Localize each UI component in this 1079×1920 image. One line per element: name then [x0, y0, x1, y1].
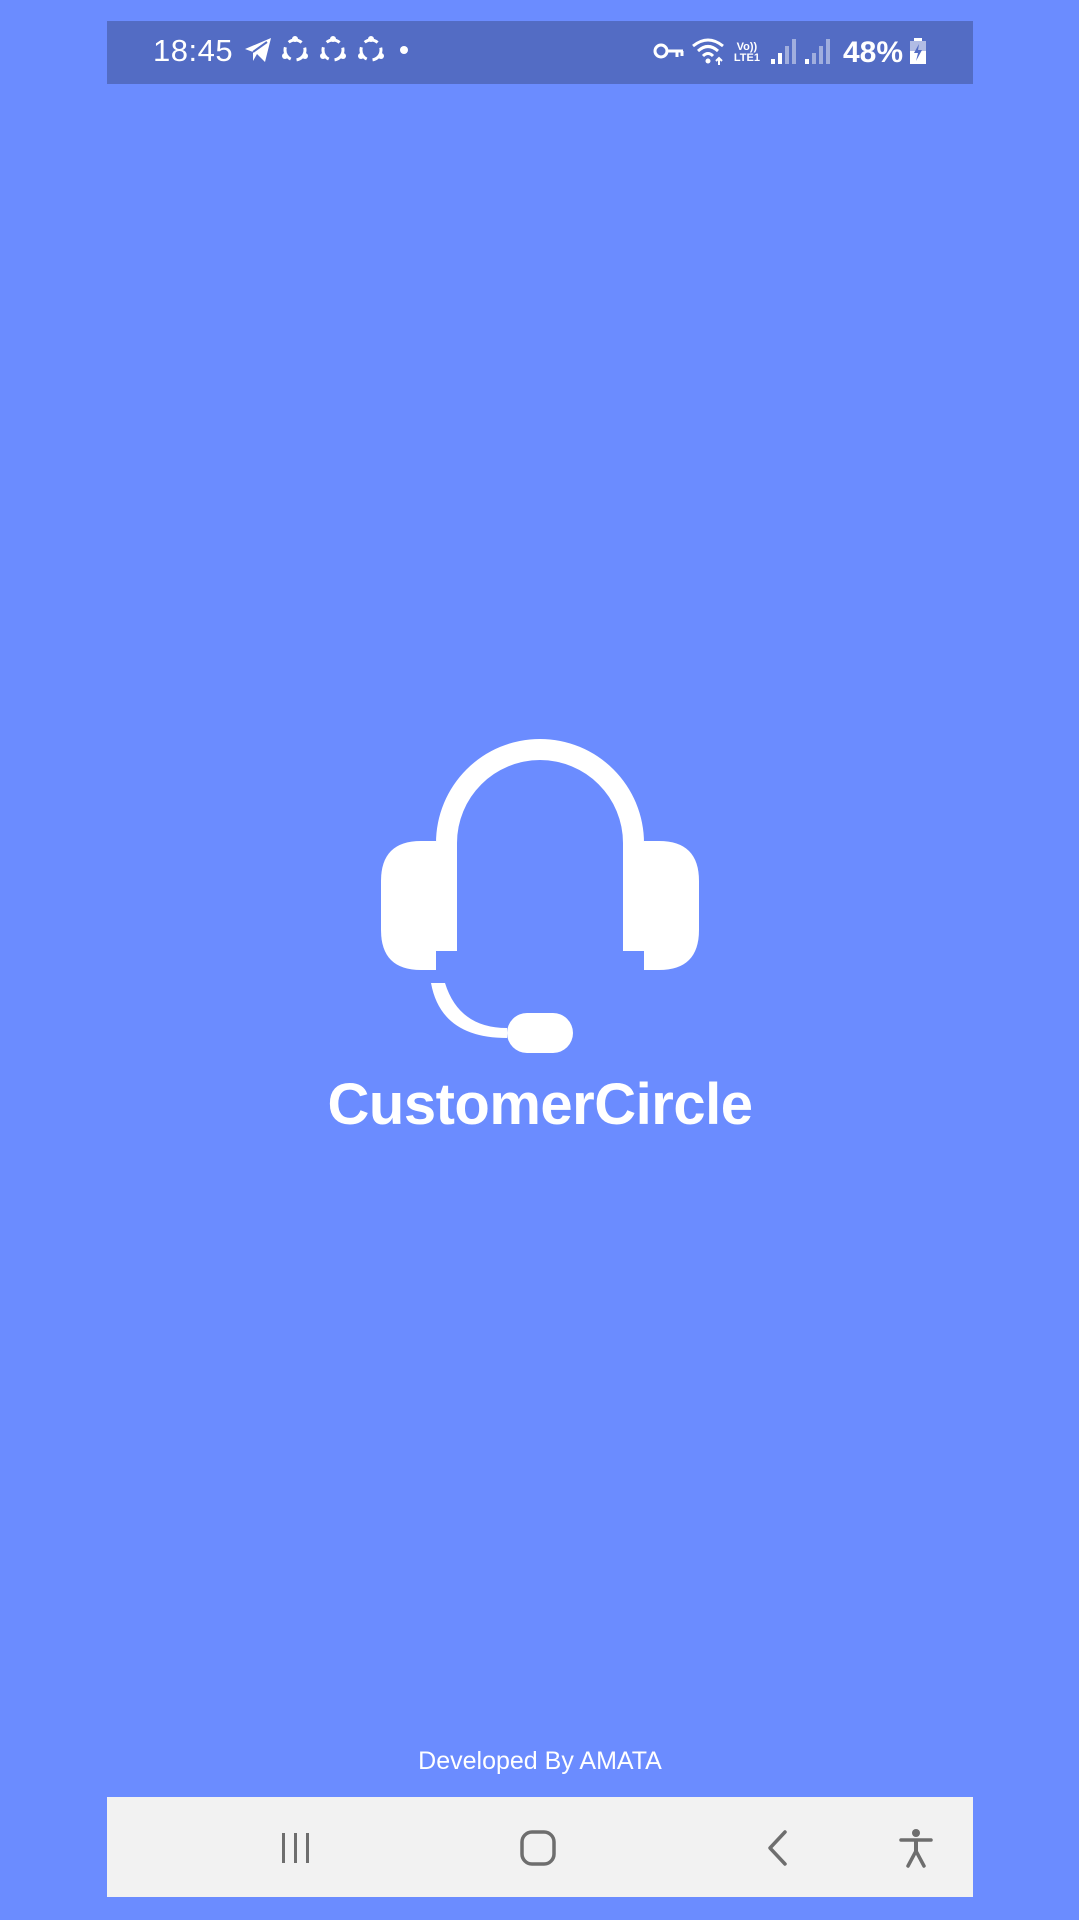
accessibility-icon — [899, 1829, 933, 1868]
volte-lte-indicator: Vo)) LTE1 — [731, 42, 763, 64]
status-bar: 18:45 Vo)) LTE1 48% — [107, 21, 973, 84]
status-time: 18:45 — [153, 33, 234, 68]
lte-label: LTE1 — [733, 52, 760, 64]
telegram-icon — [243, 36, 273, 69]
signal-strength-icon — [803, 37, 831, 70]
back-icon — [768, 1830, 787, 1866]
headset-icon — [381, 739, 699, 1053]
battery-charging-icon — [909, 37, 927, 70]
accessibility-button[interactable] — [891, 1823, 941, 1873]
navigation-bar — [107, 1797, 973, 1897]
sync-icon — [317, 34, 349, 71]
battery-percentage: 48% — [842, 36, 903, 69]
recent-apps-icon — [282, 1833, 309, 1863]
notification-icons — [243, 35, 415, 69]
phone-screen: 18:45 Vo)) LTE1 48% CustomerCircle Devel… — [107, 21, 973, 1899]
sync-icon — [279, 34, 311, 71]
developer-credit: Developed By AMATA — [418, 1747, 662, 1775]
home-icon — [520, 1830, 556, 1866]
system-status-icons: Vo)) LTE1 48% — [653, 33, 927, 73]
back-button[interactable] — [753, 1823, 803, 1873]
sync-icon — [355, 34, 387, 71]
wifi-icon — [691, 36, 725, 71]
home-button[interactable] — [513, 1823, 563, 1873]
recent-apps-button[interactable] — [271, 1823, 321, 1873]
vpn-key-icon — [653, 40, 685, 67]
signal-strength-icon — [769, 37, 797, 70]
app-name: CustomerCircle — [327, 1072, 753, 1137]
more-notifications-dot-icon — [393, 40, 415, 65]
